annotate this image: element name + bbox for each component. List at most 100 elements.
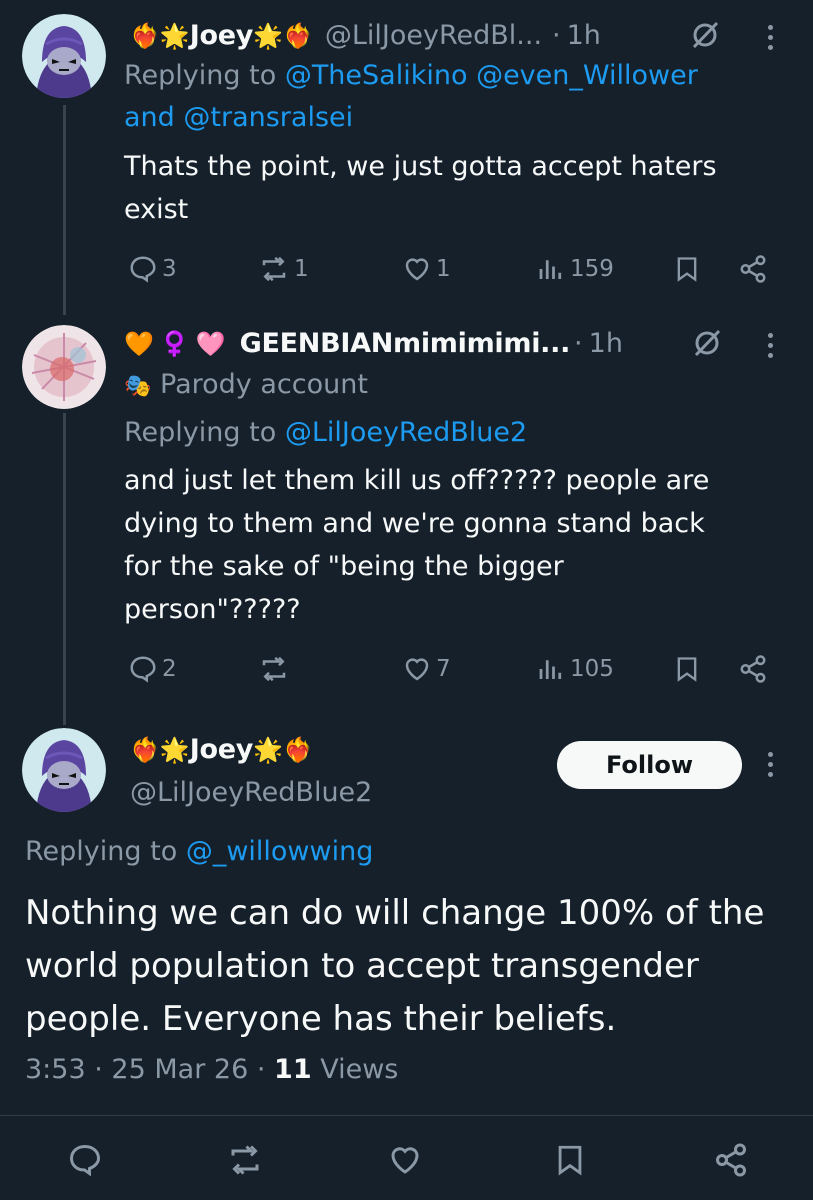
tweet-header: 🧡♀️🩷 GEENBIANmimimimi... · 1h — [124, 327, 623, 361]
tweet-meta: 3:53 · 25 Mar 26 · 11 Views — [25, 1049, 398, 1091]
tweet-header: ❤️‍🔥🌟 Joey 🌟❤️‍🔥 @LilJoeyRedBl... · 1h — [130, 19, 601, 53]
views-count: 11 — [274, 1054, 312, 1085]
mention-link[interactable]: @TheSalikino @even_Willower — [285, 60, 698, 91]
share-button[interactable] — [737, 254, 769, 284]
more-options-icon[interactable] — [768, 752, 774, 782]
name-emoji: 🌟❤️‍🔥 — [253, 22, 313, 50]
tweet-text-line: and just let them kill us off????? peopl… — [124, 465, 710, 496]
like-count: 7 — [436, 656, 451, 682]
tweet-text-line: person"????? — [124, 594, 301, 625]
analytics-icon — [539, 260, 562, 279]
tweet-text-line: for the sake of "being the bigger — [124, 551, 564, 582]
heart-icon — [405, 258, 429, 281]
post-time[interactable]: 3:53 — [25, 1054, 86, 1085]
share-icon — [716, 1143, 746, 1177]
reply-count: 2 — [162, 656, 177, 682]
reply-icon — [69, 1144, 101, 1177]
reply-count: 3 — [162, 256, 177, 282]
timestamp[interactable]: 1h — [589, 327, 623, 361]
replying-and: and — [124, 102, 175, 133]
retweet-icon — [262, 656, 286, 682]
bookmark-button[interactable] — [553, 1142, 587, 1182]
author-name-row[interactable]: ❤️‍🔥🌟 Joey 🌟❤️‍🔥 — [130, 733, 313, 767]
mention-link[interactable]: @_willowwing — [186, 836, 374, 867]
views-count: 159 — [570, 256, 614, 282]
bookmark-button[interactable] — [673, 254, 701, 284]
replying-to: Replying to @TheSalikino @even_Willower — [124, 55, 698, 97]
views-button[interactable]: 159 — [536, 254, 614, 284]
raven-avatar-image — [22, 14, 106, 98]
display-name[interactable]: GEENBIANmimimimi... — [240, 327, 571, 361]
replying-prefix: Replying to — [25, 836, 178, 867]
avatar[interactable] — [22, 14, 106, 98]
bookmark-icon — [677, 257, 697, 282]
analytics-icon — [539, 660, 562, 679]
name-emoji: ❤️‍🔥🌟 — [130, 736, 190, 764]
post-date[interactable]: 25 Mar 26 — [111, 1054, 248, 1085]
more-options-icon[interactable] — [768, 333, 774, 363]
share-button[interactable] — [737, 654, 769, 684]
timestamp[interactable]: 1h — [567, 19, 601, 53]
replying-prefix: Replying to — [124, 60, 277, 91]
retweet-button[interactable] — [258, 654, 294, 684]
like-button[interactable]: 1 — [402, 254, 451, 284]
retweet-icon — [262, 256, 286, 282]
abstract-avatar-image — [22, 325, 106, 409]
separator-dot: · — [256, 1054, 266, 1085]
display-name[interactable]: Joey — [190, 733, 254, 767]
replying-to: Replying to @LilJoeyRedBlue2 — [124, 412, 527, 454]
like-count: 1 — [436, 256, 451, 282]
name-emoji: ❤️‍🔥🌟 — [130, 22, 190, 50]
thread-line — [63, 413, 66, 725]
parody-label: 🎭 Parody account — [124, 364, 368, 408]
share-button[interactable] — [712, 1142, 750, 1182]
reply-icon — [130, 656, 156, 683]
tweet-text-line: exist — [124, 194, 189, 225]
retweet-icon — [231, 1145, 259, 1175]
mention-link[interactable]: @LilJoeyRedBlue2 — [285, 417, 527, 448]
separator-dot: · — [552, 20, 561, 51]
views-button[interactable]: 105 — [536, 654, 614, 684]
avatar[interactable] — [22, 728, 106, 812]
reply-button[interactable] — [66, 1142, 104, 1182]
share-icon — [740, 655, 766, 683]
replying-to-cont: and @transralsei — [124, 97, 353, 139]
like-button[interactable]: 7 — [402, 654, 451, 684]
tweet-text-line: Nothing we can do will change 100% of th… — [25, 893, 765, 933]
name-emoji: 🌟❤️‍🔥 — [253, 736, 313, 764]
views-count: 105 — [570, 656, 614, 682]
grok-icon[interactable] — [692, 328, 722, 362]
heart-icon — [391, 1147, 419, 1174]
avatar[interactable] — [22, 325, 106, 409]
follow-button[interactable]: Follow — [557, 741, 742, 789]
theater-mask-icon: 🎭 — [124, 374, 152, 399]
bookmark-button[interactable] — [673, 654, 701, 684]
name-emoji: 🧡♀️🩷 — [124, 330, 232, 358]
retweet-count: 1 — [294, 256, 309, 282]
like-button[interactable] — [386, 1142, 424, 1182]
raven-avatar-image — [22, 728, 106, 812]
reply-button[interactable]: 3 — [128, 254, 177, 284]
reply-button[interactable]: 2 — [128, 654, 177, 684]
grok-icon[interactable] — [690, 20, 720, 54]
retweet-button[interactable]: 1 — [258, 254, 309, 284]
tweet-text-line: world population to accept transgender — [25, 946, 699, 986]
divider — [0, 1115, 813, 1116]
tweet-text-line: dying to them and we're gonna stand back — [124, 508, 705, 539]
reply-icon — [130, 256, 156, 283]
views-label: Views — [320, 1054, 399, 1085]
bookmark-icon — [677, 657, 697, 682]
replying-prefix: Replying to — [124, 417, 277, 448]
heart-icon — [405, 658, 429, 681]
more-options-icon[interactable] — [768, 25, 774, 55]
tweet-text-line: people. Everyone has their beliefs. — [25, 999, 617, 1039]
retweet-button[interactable] — [225, 1142, 265, 1182]
bookmark-icon — [558, 1145, 582, 1176]
separator-dot: · — [94, 1054, 103, 1085]
display-name[interactable]: Joey — [190, 19, 254, 53]
replying-to: Replying to @_willowwing — [25, 831, 373, 873]
tweet-text-line: Thats the point, we just gotta accept ha… — [124, 151, 717, 182]
user-handle[interactable]: @LilJoeyRedBl... — [325, 19, 542, 53]
mention-link[interactable]: @transralsei — [183, 102, 353, 133]
user-handle[interactable]: @LilJoeyRedBlue2 — [130, 772, 372, 814]
